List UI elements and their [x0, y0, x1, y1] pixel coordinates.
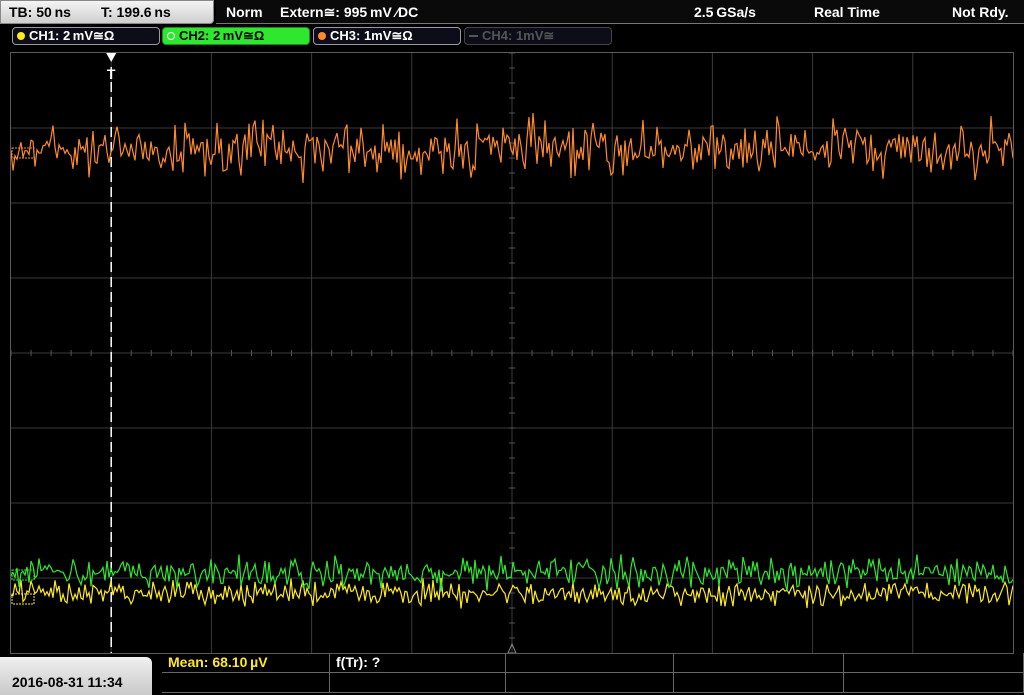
ch3-indicator-icon [318, 32, 326, 40]
ch2-indicator-icon [167, 32, 175, 40]
acquisition-status-strip[interactable]: Norm Extern≅: 995 mV ∕DC 2.5 GSa/s Real … [216, 0, 1024, 24]
channel-tab-ch4[interactable]: CH4: 1mV≅ [464, 27, 612, 45]
ch2-label: CH2: 2 mV≅Ω [179, 28, 265, 43]
ch3-label: CH3: 1mV≅Ω [330, 28, 413, 43]
waveform-canvas: T [11, 53, 1013, 653]
measurement-empty-cell[interactable] [330, 673, 506, 693]
ready-status: Not Rdy. [952, 4, 1009, 20]
ch1-label: CH1: 2 mV≅Ω [29, 28, 115, 43]
measurement-empty-cell[interactable] [506, 673, 674, 693]
ch4-label: CH4: 1mV≅ [482, 28, 555, 43]
measurement-empty-cell[interactable] [844, 653, 1024, 673]
ch1-indicator-icon [17, 32, 25, 40]
trigger-position-icon [106, 53, 117, 62]
measurement-mean[interactable]: Mean: 68.10 µV [162, 653, 330, 673]
measurement-empty-cell[interactable] [674, 653, 844, 673]
measurement-rise-freq[interactable]: f(Tr): ? [330, 653, 506, 673]
acquisition-type: Real Time [814, 4, 880, 20]
waveform-display[interactable]: T [10, 52, 1014, 654]
ch4-off-icon [469, 35, 478, 37]
measurement-empty-cell[interactable] [674, 673, 844, 693]
measurement-empty-cell[interactable] [844, 673, 1024, 693]
channel-tab-ch3[interactable]: CH3: 1mV≅Ω [313, 27, 461, 45]
timebase-panel[interactable]: TB: 50 ns T: 199.6 ns [0, 0, 214, 24]
sample-rate: 2.5 GSa/s [694, 4, 756, 20]
top-status-bar: TB: 50 ns T: 199.6 ns Norm Extern≅: 995 … [0, 0, 1024, 24]
channel-tab-ch1[interactable]: CH1: 2 mV≅Ω [12, 27, 160, 45]
timebase-value: TB: 50 ns [9, 4, 71, 20]
acquisition-mode: Norm [226, 4, 263, 20]
timestamp: 2016-08-31 11:34 [12, 674, 123, 690]
trigger-source: Extern≅: 995 mV ∕DC [280, 4, 419, 20]
trigger-label: T [107, 66, 116, 82]
measurement-empty-cell[interactable] [506, 653, 674, 673]
measurement-table: Mean: 68.10 µV f(Tr): ? [162, 653, 1024, 695]
measurement-empty-cell[interactable] [162, 673, 330, 693]
channel-tab-ch2[interactable]: CH2: 2 mV≅Ω [162, 27, 310, 45]
timestamp-panel: 2016-08-31 11:34 [0, 657, 152, 695]
trigger-time-value: T: 199.6 ns [101, 4, 171, 20]
